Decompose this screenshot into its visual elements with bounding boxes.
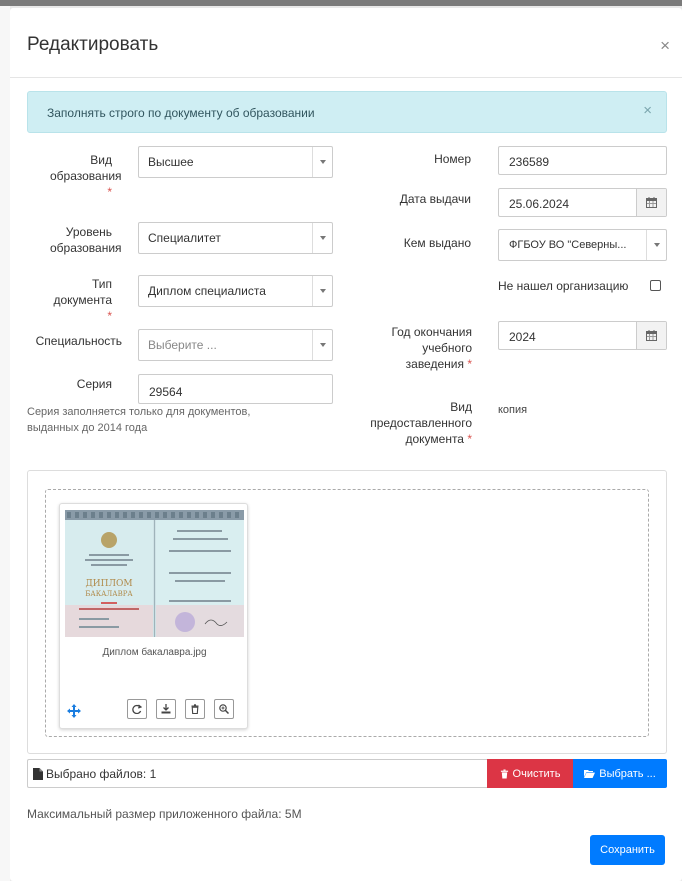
education-level-select[interactable]: Специалитет	[138, 222, 333, 254]
download-button[interactable]	[156, 699, 176, 719]
calendar-icon[interactable]	[636, 189, 666, 216]
edit-modal: Редактировать × Заполнять строго по доку…	[10, 8, 682, 881]
zoom-in-icon	[219, 704, 229, 714]
modal-title: Редактировать	[27, 34, 159, 55]
file-caption-bar: Выбрано файлов: 1	[27, 759, 499, 788]
issued-by-label: Кем выдано	[403, 236, 471, 250]
education-type-select[interactable]: Высшее	[138, 146, 333, 178]
provided-doc-label: Вид предоставленного документа *	[370, 400, 472, 446]
drop-zone[interactable]: ДИПЛОМ БАКАЛАВРА Диплом бакалавра.jpg	[45, 489, 649, 737]
graduation-year-input[interactable]: 2024	[498, 321, 667, 350]
education-level-label: Уровень образования	[50, 225, 122, 255]
diploma-preview-image: ДИПЛОМ БАКАЛАВРА	[65, 510, 244, 637]
number-input[interactable]: 236589	[498, 146, 667, 175]
specialty-select[interactable]: Выберите ...	[138, 329, 333, 361]
issue-date-input[interactable]: 25.06.2024	[498, 188, 667, 217]
document-type-label: Тип документа *	[53, 277, 112, 323]
folder-open-icon	[584, 770, 596, 778]
series-input[interactable]: 29564	[138, 374, 333, 404]
issue-date-label: Дата выдачи	[399, 192, 471, 206]
number-label: Номер	[434, 152, 471, 166]
zoom-button[interactable]	[214, 699, 234, 719]
rotate-icon	[132, 704, 142, 714]
chevron-down-icon	[646, 230, 666, 260]
trash-icon	[191, 704, 199, 714]
browse-files-button[interactable]: Выбрать ...	[573, 759, 667, 788]
selected-files-caption: Выбрано файлов: 1	[46, 767, 157, 781]
save-button[interactable]: Сохранить	[590, 835, 665, 865]
file-upload-panel: ДИПЛОМ БАКАЛАВРА Диплом бакалавра.jpg	[27, 470, 667, 754]
series-label: Серия	[76, 377, 112, 391]
provided-doc-value: копия	[498, 404, 528, 416]
chevron-down-icon	[312, 223, 332, 253]
download-icon	[161, 704, 171, 714]
issued-by-select[interactable]: ФГБОУ ВО "Северны...	[498, 229, 667, 261]
chevron-down-icon	[312, 276, 332, 306]
specialty-label: Специальность	[35, 334, 122, 348]
rotate-button[interactable]	[127, 699, 147, 719]
trash-icon	[500, 769, 508, 778]
modal-close-button[interactable]: ×	[660, 36, 670, 56]
series-hint: Серия заполняется только для документов,…	[27, 406, 251, 434]
alert-close-button[interactable]: ×	[643, 102, 652, 119]
clear-files-button[interactable]: Очистить	[487, 759, 573, 788]
info-alert: Заполнять строго по документу об образов…	[27, 91, 667, 133]
chevron-down-icon	[312, 147, 332, 177]
file-preview-card: ДИПЛОМ БАКАЛАВРА Диплом бакалавра.jpg	[59, 503, 248, 729]
chevron-down-icon	[312, 330, 332, 360]
alert-text: Заполнять строго по документу об образов…	[47, 106, 315, 120]
org-not-found-checkbox[interactable]	[650, 280, 661, 291]
diploma-subtitle-text: БАКАЛАВРА	[85, 590, 133, 598]
education-type-label: Вид образования *	[50, 153, 122, 199]
file-name: Диплом бакалавра.jpg	[102, 647, 207, 658]
background-page-edge	[0, 0, 10, 881]
background-top-bar	[0, 0, 682, 6]
max-file-size-note: Максимальный размер приложенного файла: …	[27, 807, 302, 821]
graduation-year-label: Год окончания учебного заведения *	[391, 325, 472, 371]
modal-header: Редактировать ×	[10, 8, 682, 78]
org-not-found-label: Не нашел организацию	[498, 279, 629, 293]
document-type-select[interactable]: Диплом специалиста	[138, 275, 333, 307]
drag-handle-icon[interactable]	[67, 704, 81, 718]
delete-button[interactable]	[185, 699, 205, 719]
diploma-title-text: ДИПЛОМ	[85, 579, 132, 589]
calendar-icon[interactable]	[636, 322, 666, 349]
file-icon	[33, 768, 43, 783]
